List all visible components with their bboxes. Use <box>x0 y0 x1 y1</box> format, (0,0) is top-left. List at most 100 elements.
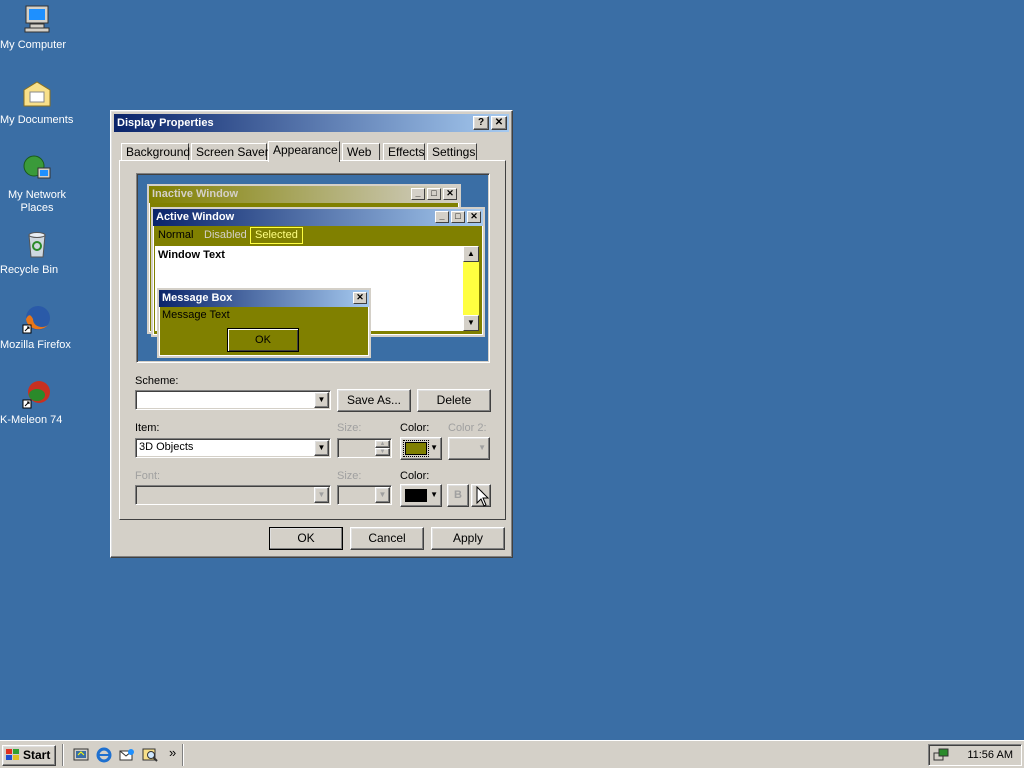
apply-button[interactable]: Apply <box>431 527 505 550</box>
tab-web[interactable]: Web <box>342 143 380 161</box>
dialog-titlebar[interactable]: Display Properties ? ✕ <box>114 114 509 132</box>
close-icon: ✕ <box>353 292 367 304</box>
menu-selected: Selected <box>250 227 303 244</box>
maximize-icon: □ <box>427 188 441 200</box>
desktop-icon-label: My Network Places <box>7 189 67 214</box>
font-select[interactable]: ▼ <box>135 485 331 505</box>
desktop-icon-label: Recycle Bin <box>0 264 59 276</box>
scheme-select[interactable]: ▼ <box>135 390 331 410</box>
recycle-bin-icon <box>28 232 46 258</box>
scroll-down-icon: ▼ <box>463 315 479 331</box>
menu-normal: Normal <box>158 229 194 241</box>
chevron-down-icon[interactable]: ▼ <box>314 392 329 408</box>
appearance-panel: Inactive Window _ □ ✕ Active Window _ □ … <box>119 160 506 520</box>
spin-down-icon[interactable]: ▼ <box>375 448 390 456</box>
desktop-icon-label: Mozilla Firefox <box>0 339 71 351</box>
message-box-title: Message Box <box>162 292 233 304</box>
chevron-down-icon: ▼ <box>430 490 438 499</box>
tab-settings[interactable]: Settings <box>427 143 477 161</box>
scheme-preview[interactable]: Inactive Window _ □ ✕ Active Window _ □ … <box>136 173 490 363</box>
preview-ok-button: OK <box>227 328 299 352</box>
close-icon: ✕ <box>443 188 457 200</box>
kmeleon-icon <box>22 381 50 409</box>
desktop-icon-label: K-Meleon 74 <box>0 414 63 426</box>
computer-icon <box>24 5 50 33</box>
font-color-label: Color: <box>400 470 430 482</box>
quick-launch-chevron-icon[interactable]: » <box>169 745 176 760</box>
item-size-label: Size: <box>337 422 362 434</box>
close-button[interactable]: ✕ <box>491 116 507 130</box>
start-label: Start <box>23 748 51 762</box>
taskbar-separator <box>62 744 64 766</box>
item-color2-label: Color 2: <box>448 422 487 434</box>
minimize-icon: _ <box>435 211 449 223</box>
desktop-icon-my-documents[interactable]: My Documents <box>0 78 74 126</box>
preview-menu-bar: Normal Disabled Selected <box>153 226 483 244</box>
bold-button[interactable]: B <box>447 484 469 507</box>
tab-background[interactable]: Background <box>121 143 190 161</box>
desktop-icon-my-computer[interactable]: My Computer <box>0 3 74 51</box>
spin-up-icon[interactable]: ▲ <box>375 440 390 448</box>
desktop-icon-firefox[interactable]: Mozilla Firefox <box>0 303 74 351</box>
desktop-icon-network-places[interactable]: My Network Places <box>0 153 74 214</box>
firefox-icon <box>22 306 50 334</box>
taskbar-separator <box>182 744 184 766</box>
network-icon <box>23 155 51 179</box>
item-size-spinner[interactable]: ▲ ▼ <box>337 438 392 458</box>
item-color-label: Color: <box>400 422 430 434</box>
tab-appearance[interactable]: Appearance <box>268 141 340 162</box>
desktop-icon-recycle-bin[interactable]: Recycle Bin <box>0 228 74 276</box>
mouse-cursor-icon <box>476 486 490 507</box>
dialog-title: Display Properties <box>117 117 214 129</box>
item-select[interactable]: 3D Objects ▼ <box>135 438 331 458</box>
scroll-up-icon: ▲ <box>463 246 479 262</box>
save-as-button[interactable]: Save As... <box>337 389 411 412</box>
chevron-down-icon: ▼ <box>430 443 438 452</box>
windows-logo-icon <box>6 749 19 760</box>
message-text: Message Text <box>162 309 230 321</box>
folder-icon <box>23 81 51 107</box>
preview-message-titlebar: Message Box ✕ <box>159 290 369 307</box>
item-color-picker[interactable]: ▼ <box>400 437 442 460</box>
start-button[interactable]: Start <box>2 745 56 766</box>
close-icon: ✕ <box>467 211 481 223</box>
font-size-select[interactable]: ▼ <box>337 485 392 505</box>
cancel-button[interactable]: Cancel <box>350 527 424 550</box>
scheme-label: Scheme: <box>135 375 179 387</box>
font-color-picker[interactable]: ▼ <box>400 484 442 507</box>
network-connection-icon[interactable] <box>933 747 949 763</box>
taskbar: Start » 11:56 AM <box>0 740 1024 768</box>
clock[interactable]: 11:56 AM <box>967 745 1013 765</box>
desktop-icon-kmeleon[interactable]: K-Meleon 74 <box>0 378 74 426</box>
minimize-icon: _ <box>411 188 425 200</box>
ok-button[interactable]: OK <box>269 527 343 550</box>
display-properties-dialog: Display Properties ? ✕ Background Screen… <box>110 110 513 558</box>
system-tray: 11:56 AM <box>928 744 1022 766</box>
chevron-down-icon[interactable]: ▼ <box>314 440 329 456</box>
tab-screen-saver[interactable]: Screen Saver <box>191 143 269 161</box>
window-text: Window Text <box>158 249 225 261</box>
chevron-down-icon[interactable]: ▼ <box>314 487 329 503</box>
help-button[interactable]: ? <box>473 116 489 130</box>
chevron-down-icon: ▼ <box>478 443 486 452</box>
menu-disabled: Disabled <box>204 229 247 241</box>
tab-effects[interactable]: Effects <box>383 143 425 161</box>
preview-inactive-titlebar: Inactive Window _ □ ✕ <box>149 186 459 203</box>
inactive-window-title: Inactive Window <box>152 188 239 200</box>
outlook-express-icon[interactable] <box>119 747 135 763</box>
search-icon[interactable] <box>142 747 158 763</box>
show-desktop-icon[interactable] <box>73 747 89 763</box>
item-color2-picker[interactable]: ▼ <box>448 437 490 460</box>
maximize-icon: □ <box>451 211 465 223</box>
desktop-icon-label: My Documents <box>0 114 74 126</box>
font-size-label: Size: <box>337 470 362 482</box>
preview-message-box: Message Box ✕ Message Text OK <box>157 288 371 358</box>
item-value: 3D Objects <box>139 441 194 453</box>
item-color-swatch <box>403 440 429 457</box>
preview-active-titlebar: Active Window _ □ ✕ <box>153 209 483 226</box>
internet-explorer-icon[interactable] <box>96 747 112 763</box>
preview-scrollbar: ▲ ▼ <box>463 246 479 331</box>
chevron-down-icon[interactable]: ▼ <box>375 487 390 503</box>
delete-button[interactable]: Delete <box>417 389 491 412</box>
font-color-swatch <box>405 489 427 502</box>
